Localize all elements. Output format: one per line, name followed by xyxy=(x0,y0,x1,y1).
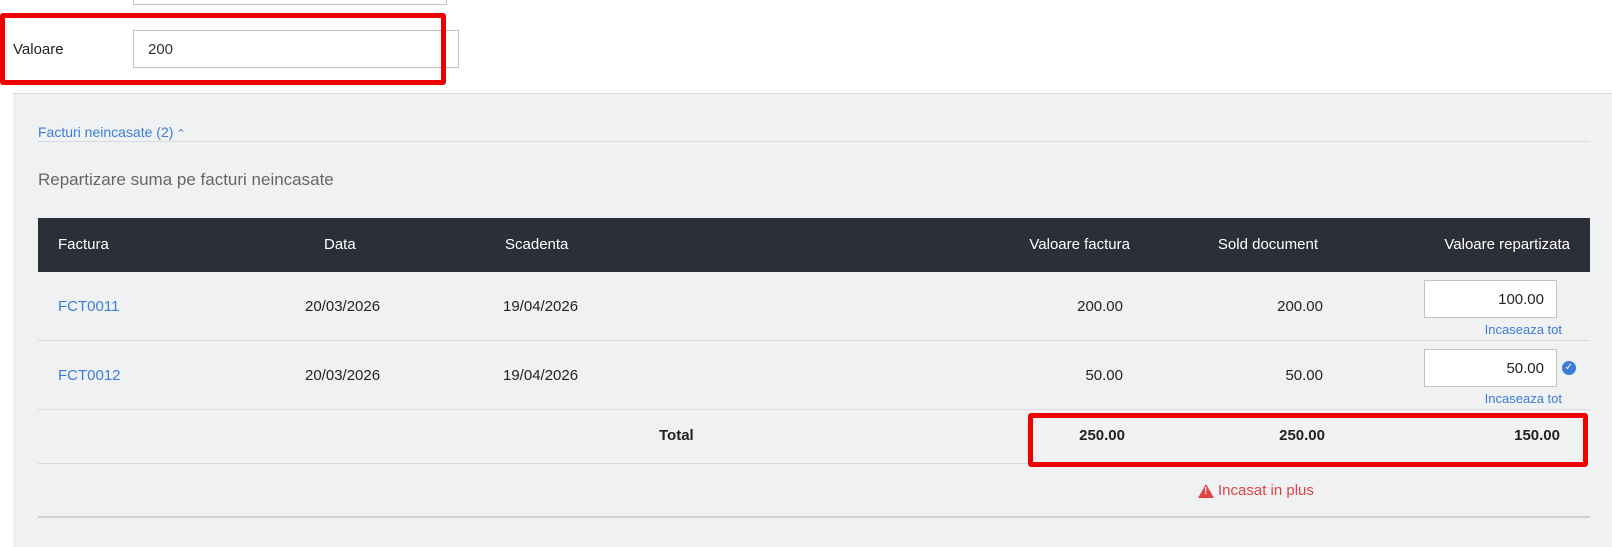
invoice-date: 20/03/2026 xyxy=(305,367,381,384)
invoice-link[interactable]: FCT0011 xyxy=(58,298,119,315)
column-header-invoice: Factura xyxy=(58,236,109,253)
value-input[interactable]: 200 xyxy=(133,30,459,68)
total-row: Total 250.00 250.00 150.00 xyxy=(38,410,1590,464)
table-row: FCT0012 20/03/2026 19/04/2026 50.00 50.0… xyxy=(38,341,1590,410)
invoice-due-date: 19/04/2026 xyxy=(503,367,579,384)
table-header: Factura Data Scadenta Valoare factura So… xyxy=(38,218,1590,272)
column-header-allocated: Valoare repartizata xyxy=(1444,236,1570,253)
previous-field-input[interactable] xyxy=(133,0,447,5)
total-allocated: 150.00 xyxy=(1514,427,1560,444)
column-header-balance: Sold document xyxy=(1217,236,1318,253)
chevron-up-icon: ⌃ xyxy=(176,128,186,140)
divider xyxy=(38,516,1590,518)
payment-form-page: Valoare 200 Facturi neincasate (2) ⌃ Repa… xyxy=(0,0,1612,547)
invoice-value: 50.00 xyxy=(1085,367,1123,384)
column-header-due: Scadenta xyxy=(505,236,569,253)
allocated-amount-input[interactable]: 100.00 xyxy=(1424,280,1557,318)
warning-icon xyxy=(1198,483,1214,498)
invoice-date: 20/03/2026 xyxy=(305,298,381,315)
collect-all-link[interactable]: Incaseaza tot xyxy=(1485,322,1562,337)
invoice-value: 200.00 xyxy=(1077,298,1123,315)
table-row: FCT0011 20/03/2026 19/04/2026 200.00 200… xyxy=(38,272,1590,341)
value-field-row: Valoare 200 xyxy=(13,30,459,68)
total-label: Total xyxy=(659,427,694,444)
unpaid-invoices-toggle[interactable]: Facturi neincasate (2) ⌃ xyxy=(38,124,186,140)
collect-all-link[interactable]: Incaseaza tot xyxy=(1485,391,1562,406)
column-header-date: Data xyxy=(324,236,356,253)
overpayment-warning: Incasat in plus xyxy=(1198,482,1314,499)
total-invoice-value: 250.00 xyxy=(1079,427,1125,444)
invoice-balance: 50.00 xyxy=(1285,367,1323,384)
column-header-invoice-value: Valoare factura xyxy=(1029,236,1130,253)
divider xyxy=(38,141,1590,142)
invoice-due-date: 19/04/2026 xyxy=(503,298,579,315)
check-circle-icon: ✓ xyxy=(1562,361,1576,375)
total-balance: 250.00 xyxy=(1279,427,1325,444)
allocated-amount-input[interactable]: 50.00 xyxy=(1424,349,1557,387)
warning-text: Incasat in plus xyxy=(1218,482,1314,499)
invoice-balance: 200.00 xyxy=(1277,298,1323,315)
unpaid-invoices-toggle-label: Facturi neincasate (2) xyxy=(38,124,174,140)
invoice-link[interactable]: FCT0012 xyxy=(58,367,121,384)
section-title: Repartizare suma pe facturi neincasate xyxy=(38,170,334,189)
value-label: Valoare xyxy=(13,40,64,58)
